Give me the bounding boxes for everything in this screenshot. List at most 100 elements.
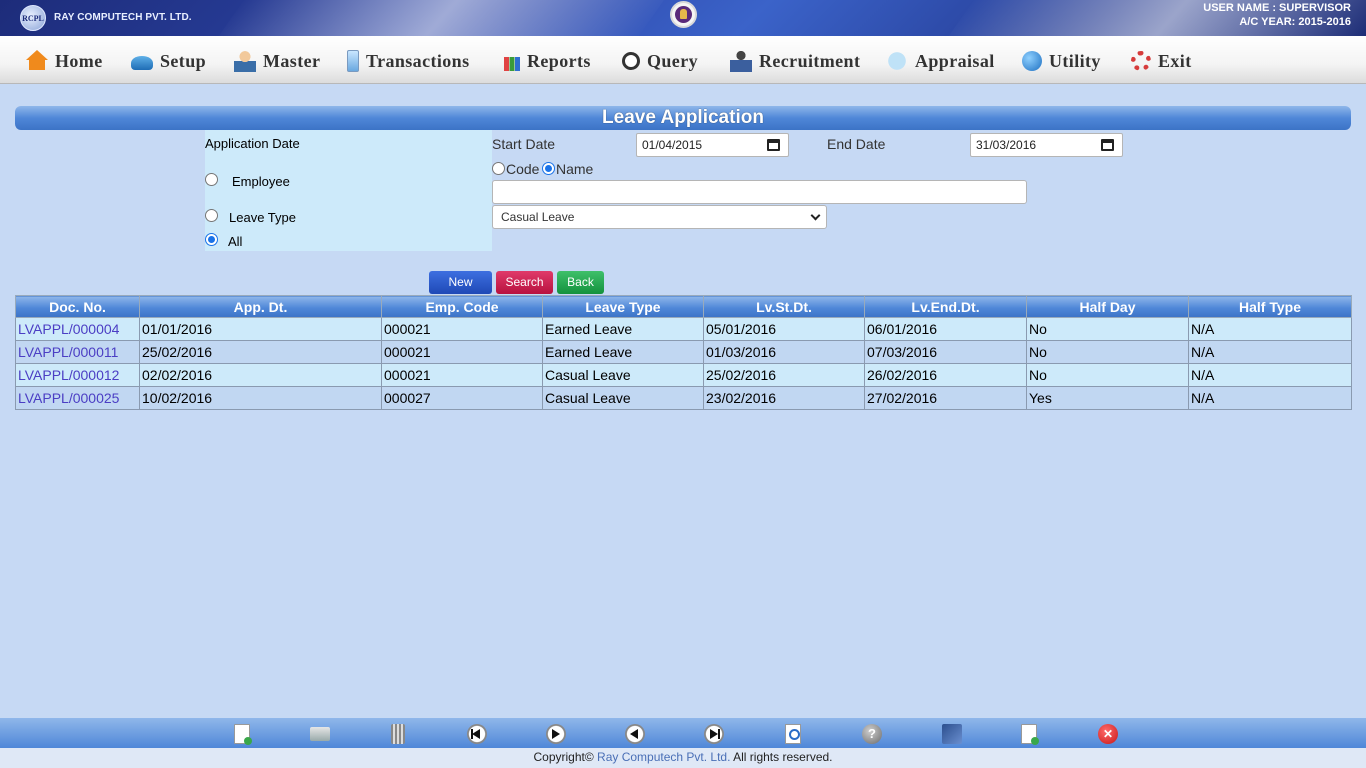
first-record-icon[interactable] — [467, 724, 487, 744]
table-cell: 07/03/2016 — [864, 340, 1027, 364]
menu-appraisal[interactable]: Appraisal — [886, 48, 995, 74]
table-cell: 25/02/2016 — [703, 363, 865, 387]
user-name: USER NAME : SUPERVISOR — [1203, 2, 1351, 14]
leave-type-label: Leave Type — [229, 210, 296, 225]
table-row[interactable]: LVAPPL/000012 02/02/2016 000021 Casual L… — [15, 363, 1352, 387]
close-icon[interactable]: ✕ — [1098, 724, 1118, 744]
leave-type-radio[interactable] — [205, 209, 218, 222]
table-cell: N/A — [1188, 363, 1352, 387]
start-date-input[interactable]: 01/04/2015 — [636, 133, 789, 157]
calendar-icon[interactable] — [1101, 139, 1114, 151]
appraisal-icon — [886, 50, 908, 72]
all-label: All — [228, 234, 243, 249]
doc-no-link[interactable]: LVAPPL/000004 — [15, 317, 140, 341]
end-date-label: End Date — [827, 136, 886, 152]
doc-no-link[interactable]: LVAPPL/000012 — [15, 363, 140, 387]
name-radio[interactable] — [542, 162, 555, 175]
menu-label: Exit — [1158, 50, 1192, 71]
doc-no-link[interactable]: LVAPPL/000011 — [15, 340, 140, 364]
column-header[interactable]: Half Day — [1026, 295, 1189, 318]
table-cell: 01/01/2016 — [139, 317, 382, 341]
table-row[interactable]: LVAPPL/000011 25/02/2016 000021 Earned L… — [15, 340, 1352, 364]
table-cell: No — [1026, 317, 1189, 341]
new-button[interactable]: New — [429, 271, 492, 294]
setup-icon — [131, 56, 153, 70]
find-icon[interactable] — [785, 724, 801, 744]
menu-label: Master — [263, 50, 321, 71]
copyright-suffix: All rights reserved. — [733, 750, 833, 764]
employee-name-input[interactable] — [492, 180, 1027, 204]
employee-label: Employee — [232, 174, 290, 189]
search-button[interactable]: Search — [496, 271, 553, 294]
employee-radio[interactable] — [205, 173, 218, 186]
next-record-icon[interactable] — [546, 724, 566, 744]
table-cell: Casual Leave — [542, 363, 704, 387]
menu-label: Setup — [160, 50, 207, 71]
copyright-footer: Copyright© Ray Computech Pvt. Ltd. All r… — [0, 748, 1366, 768]
menu-reports[interactable]: Reports — [504, 48, 591, 74]
exit-icon — [1131, 51, 1151, 71]
table-cell: Casual Leave — [542, 386, 704, 410]
last-record-icon[interactable] — [704, 724, 724, 744]
app-header: RCPL RAY COMPUTECH PVT. LTD. USER NAME :… — [0, 0, 1366, 36]
table-row[interactable]: LVAPPL/000025 10/02/2016 000027 Casual L… — [15, 386, 1352, 410]
table-cell: 25/02/2016 — [139, 340, 382, 364]
column-header[interactable]: Lv.St.Dt. — [703, 295, 865, 318]
end-date-value: 31/03/2016 — [976, 138, 1037, 152]
leave-type-select[interactable]: Casual Leave — [492, 205, 827, 229]
menu-label: Transactions — [366, 50, 470, 71]
save-icon[interactable] — [310, 727, 330, 741]
menu-setup[interactable]: Setup — [131, 48, 206, 74]
company-link[interactable]: Ray Computech Pvt. Ltd. — [597, 750, 730, 764]
start-date-label: Start Date — [492, 136, 556, 152]
edit-icon[interactable] — [942, 724, 962, 744]
table-cell: 02/02/2016 — [139, 363, 382, 387]
menu-utility[interactable]: Utility — [1022, 48, 1101, 74]
company-logo: RCPL — [20, 5, 46, 31]
table-cell: N/A — [1188, 317, 1352, 341]
table-cell: 05/01/2016 — [703, 317, 865, 341]
table-cell: 27/02/2016 — [864, 386, 1027, 410]
utility-icon — [1022, 51, 1042, 71]
user-info: USER NAME : SUPERVISOR A/C YEAR: 2015-20… — [1203, 1, 1351, 29]
accounting-year: A/C YEAR: 2015-2016 — [1239, 16, 1351, 28]
add-doc-icon[interactable] — [1021, 724, 1039, 745]
menu-master[interactable]: Master — [234, 48, 320, 74]
calendar-icon[interactable] — [767, 139, 780, 151]
table-cell: 10/02/2016 — [139, 386, 382, 410]
column-header[interactable]: Leave Type — [542, 295, 704, 318]
new-doc-icon[interactable] — [234, 724, 252, 745]
menu-transactions[interactable]: Transactions — [347, 48, 469, 74]
column-header[interactable]: Lv.End.Dt. — [864, 295, 1027, 318]
name-label: Name — [556, 161, 594, 177]
transactions-icon — [347, 50, 359, 72]
table-row[interactable]: LVAPPL/000004 01/01/2016 000021 Earned L… — [15, 317, 1352, 341]
back-button[interactable]: Back — [557, 271, 604, 294]
code-radio[interactable] — [492, 162, 505, 175]
previous-record-icon[interactable] — [625, 724, 645, 744]
application-date-label: Application Date — [205, 136, 300, 151]
copyright-prefix: Copyright© — [533, 750, 594, 764]
end-date-input[interactable]: 31/03/2016 — [970, 133, 1123, 157]
column-header[interactable]: App. Dt. — [139, 295, 382, 318]
all-radio[interactable] — [205, 233, 218, 246]
help-icon[interactable]: ? — [862, 724, 882, 744]
menu-label: Home — [55, 50, 103, 71]
page-title: Leave Application — [15, 106, 1351, 130]
menu-label: Recruitment — [759, 50, 861, 71]
record-toolbar: ? ✕ — [0, 718, 1366, 748]
menu-recruitment[interactable]: Recruitment — [730, 48, 860, 74]
menu-exit[interactable]: Exit — [1131, 48, 1192, 74]
column-header[interactable]: Half Type — [1188, 295, 1352, 318]
delete-icon[interactable] — [391, 724, 405, 744]
main-menu: Home Setup Master Transactions Reports Q… — [0, 36, 1366, 84]
column-header[interactable]: Doc. No. — [15, 295, 140, 318]
leave-type-selected: Casual Leave — [501, 210, 575, 224]
table-cell: 23/02/2016 — [703, 386, 865, 410]
column-header[interactable]: Emp. Code — [381, 295, 543, 318]
menu-home[interactable]: Home — [26, 48, 103, 74]
doc-no-link[interactable]: LVAPPL/000025 — [15, 386, 140, 410]
table-cell: 000021 — [381, 317, 543, 341]
table-cell: Earned Leave — [542, 317, 704, 341]
menu-query[interactable]: Query — [622, 48, 698, 74]
